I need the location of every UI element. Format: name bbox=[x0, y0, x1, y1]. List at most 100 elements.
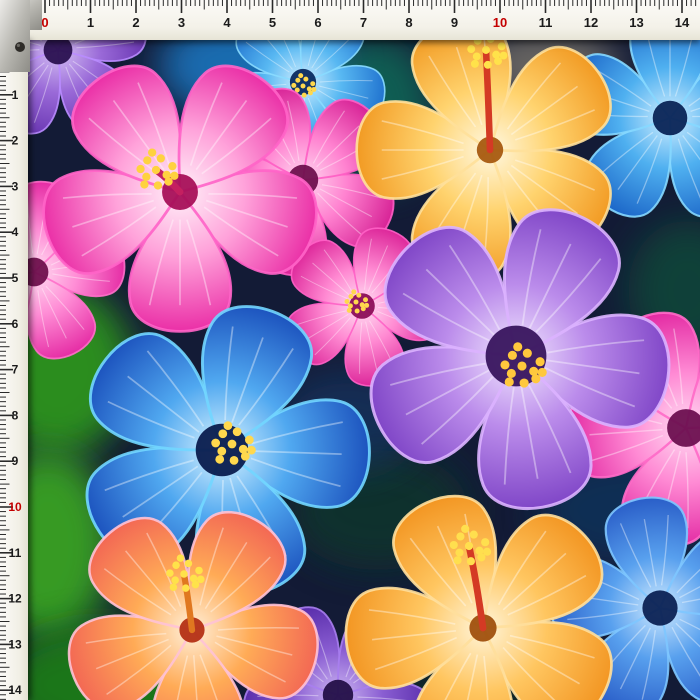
stamen-dot bbox=[157, 154, 165, 162]
ruler-number-13: 13 bbox=[629, 15, 643, 30]
stamen-dot bbox=[245, 436, 254, 445]
stamen-dot bbox=[347, 308, 352, 313]
stamen-dot bbox=[354, 300, 359, 305]
ruler-number-1: 1 bbox=[87, 15, 94, 30]
stamen-dot bbox=[498, 42, 506, 50]
stamen-dot bbox=[215, 455, 224, 464]
stamen-dot bbox=[218, 429, 227, 438]
ruler-number-14: 14 bbox=[675, 15, 690, 30]
ruler-number-2: 2 bbox=[12, 134, 19, 148]
stamen-dot bbox=[224, 421, 233, 430]
stamen-dot bbox=[301, 84, 306, 89]
stamen-dot bbox=[453, 556, 461, 564]
stamen-dot bbox=[508, 351, 517, 360]
stamen-dot bbox=[302, 93, 307, 98]
stamen-dot bbox=[170, 583, 178, 591]
stamen-dot bbox=[456, 532, 464, 540]
stamen-dot bbox=[172, 561, 180, 569]
ruler-number-14: 14 bbox=[8, 683, 22, 697]
stamen-dot bbox=[473, 53, 481, 61]
stamen-dot bbox=[513, 342, 522, 351]
ruler-number-9: 9 bbox=[451, 15, 458, 30]
stamen-dot bbox=[470, 530, 478, 538]
ruler-number-0: 0 bbox=[41, 15, 48, 30]
stamen-dot bbox=[182, 584, 190, 592]
ruler-number-11: 11 bbox=[9, 546, 22, 560]
stamen-dot bbox=[348, 294, 353, 299]
stamen-dot bbox=[536, 357, 545, 366]
stamen-dot bbox=[484, 61, 492, 69]
stamen-dot bbox=[351, 289, 356, 294]
tick-marks: 1234567891011121314 bbox=[0, 49, 22, 699]
ruler-number-7: 7 bbox=[360, 15, 367, 30]
ruler-corner-cap bbox=[0, 0, 42, 72]
ruler-number-5: 5 bbox=[12, 271, 19, 285]
stamen-dot bbox=[295, 78, 300, 83]
ruler-number-8: 8 bbox=[405, 15, 412, 30]
stamen-dot bbox=[355, 308, 360, 313]
stamen-dot bbox=[517, 361, 526, 370]
flower-center bbox=[653, 101, 688, 136]
ruler-number-12: 12 bbox=[584, 15, 598, 30]
stamen-dot bbox=[247, 446, 256, 455]
stamen-dot bbox=[180, 570, 188, 578]
stamen-dot bbox=[505, 377, 514, 386]
stamen-dot bbox=[363, 297, 368, 302]
stamen-dot bbox=[170, 172, 178, 180]
stamen-dot bbox=[467, 557, 475, 565]
stamen-dot bbox=[500, 52, 508, 60]
stamen-dot bbox=[148, 148, 156, 156]
stamen-dot bbox=[356, 293, 361, 298]
ruler-number-13: 13 bbox=[8, 637, 22, 651]
stamen-dot bbox=[538, 368, 547, 377]
stamen-dot bbox=[177, 554, 185, 562]
stamen-dot bbox=[140, 180, 148, 188]
ruler-number-2: 2 bbox=[132, 15, 139, 30]
flower-center bbox=[642, 590, 677, 625]
ruler-number-6: 6 bbox=[314, 15, 321, 30]
stamen-dot bbox=[481, 538, 489, 546]
ruler-number-8: 8 bbox=[12, 408, 19, 422]
ruler-number-12: 12 bbox=[8, 592, 22, 606]
stamen-dot bbox=[364, 303, 369, 308]
stamen-dot bbox=[136, 165, 144, 173]
stamen-dot bbox=[471, 60, 479, 68]
stamen-dot bbox=[230, 456, 239, 465]
rivet-highlight bbox=[17, 44, 20, 47]
flower-fabric-image bbox=[28, 40, 700, 700]
ruler-number-3: 3 bbox=[178, 15, 185, 30]
stamen-dot bbox=[217, 447, 226, 456]
rivet-hole bbox=[15, 42, 25, 52]
stamen-dot bbox=[142, 173, 150, 181]
ruler-left: 1234567891011121314 bbox=[0, 40, 28, 700]
stamen-dot bbox=[291, 83, 296, 88]
stamen-dot bbox=[303, 77, 308, 82]
stamen-dot bbox=[520, 378, 529, 387]
ruler-number-1: 1 bbox=[12, 88, 19, 102]
ruler-number-10: 10 bbox=[8, 500, 22, 514]
stamen-dot bbox=[233, 427, 242, 436]
stamen-dot bbox=[483, 548, 491, 556]
stamen-dot bbox=[195, 567, 203, 575]
stamen-dot bbox=[467, 45, 475, 53]
stamen-dot bbox=[197, 576, 205, 584]
ruler-number-10: 10 bbox=[493, 15, 507, 30]
fabric-swatch-photo: 01234567891011121314 1234567891011121314 bbox=[0, 0, 700, 700]
stamen-dot bbox=[298, 73, 303, 78]
stamen-dot bbox=[455, 549, 463, 557]
stamen-dot bbox=[461, 525, 469, 533]
stamen-dot bbox=[152, 166, 160, 174]
stamen-dot bbox=[211, 439, 220, 448]
stamen-dot bbox=[523, 349, 532, 358]
stamen-dot bbox=[345, 299, 350, 304]
stamen-dot bbox=[228, 440, 237, 449]
stamen-dot bbox=[143, 156, 151, 164]
ruler-number-7: 7 bbox=[12, 363, 19, 377]
ruler-number-9: 9 bbox=[12, 454, 19, 468]
stamen-dot bbox=[310, 81, 315, 86]
ruler-number-6: 6 bbox=[12, 317, 19, 331]
stamen-dot bbox=[185, 560, 193, 568]
stamen-dot bbox=[311, 87, 316, 92]
stamen-dot bbox=[168, 162, 176, 170]
tick-marks: 01234567891011121314 bbox=[41, 0, 695, 30]
